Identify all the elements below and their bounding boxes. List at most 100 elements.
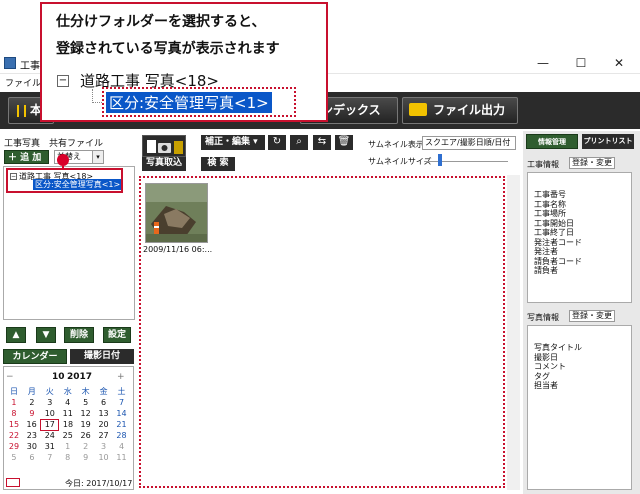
swap-icon[interactable]: ⇆ — [313, 135, 331, 150]
close-button[interactable]: ✕ — [600, 52, 638, 74]
settings-button[interactable]: 設定 — [103, 327, 131, 343]
calendar-day[interactable]: 22 — [5, 430, 23, 441]
calendar-day[interactable]: 7 — [113, 397, 131, 408]
calendar-day[interactable]: 26 — [77, 430, 95, 441]
calendar-day[interactable]: 15 — [5, 419, 23, 430]
photo-caption: 2009/11/16 06:... — [143, 245, 213, 254]
callout-text-line2: 登録されている写真が表示されます — [56, 41, 280, 57]
calendar-day[interactable]: 7 — [41, 452, 59, 463]
app-icon — [4, 57, 16, 69]
calendar-day[interactable]: 6 — [23, 452, 41, 463]
thumbnail-display-label: サムネイル表示 — [368, 140, 424, 149]
calendar-grid: 日 月 火 水 木 金 土 1 2 3 4 5 6 7 8 9 10 11 12… — [5, 386, 131, 463]
tab-calendar[interactable]: カレンダー — [3, 349, 67, 364]
tab-info-management[interactable]: 情報管理 — [526, 134, 578, 149]
calendar-day[interactable]: 25 — [59, 430, 77, 441]
calendar-prev-button[interactable]: − — [6, 372, 14, 382]
calendar-day[interactable]: 24 — [41, 430, 59, 441]
camera-icon[interactable] — [142, 135, 186, 157]
calendar-day[interactable]: 9 — [77, 452, 95, 463]
delete-folder-button[interactable]: 削除 — [64, 327, 94, 343]
weekday-sat: 土 — [117, 387, 126, 396]
calendar-day[interactable]: 11 — [113, 452, 131, 463]
calendar-day-today[interactable]: 17 — [40, 418, 60, 431]
calendar-day[interactable]: 21 — [113, 419, 131, 430]
callout-collapse-icon: − — [57, 75, 69, 87]
calendar-day[interactable]: 4 — [59, 397, 77, 408]
trash-icon[interactable]: 🗑 — [335, 135, 353, 150]
calendar-day[interactable]: 1 — [59, 441, 77, 452]
zoom-icon[interactable]: ⌕ — [290, 135, 308, 150]
calendar-day[interactable]: 10 — [41, 408, 59, 419]
file-export-button[interactable]: ファイル出力 — [402, 97, 518, 124]
file-export-label: ファイル出力 — [433, 103, 506, 117]
photo-info-label: 写真情報 — [527, 313, 559, 322]
calendar-day[interactable]: 13 — [95, 408, 113, 419]
list-item: タグ — [534, 371, 550, 381]
work-info-edit-button[interactable]: 登録・変更 — [569, 157, 615, 169]
calendar-day[interactable]: 3 — [95, 441, 113, 452]
calendar-day[interactable]: 31 — [41, 441, 59, 452]
calendar-day[interactable]: 12 — [77, 408, 95, 419]
photo-import-button[interactable]: 写真取込 — [142, 157, 186, 171]
callout-tree-child: 区分:安全管理写真<1> — [106, 92, 272, 113]
calendar-day[interactable]: 29 — [5, 441, 23, 452]
calendar-day[interactable]: 4 — [113, 441, 131, 452]
photo-thumbnail[interactable] — [145, 183, 208, 243]
weekday-tue: 火 — [45, 387, 54, 396]
calendar-day[interactable]: 10 — [95, 452, 113, 463]
add-button[interactable]: ＋ 追 加 — [4, 150, 49, 164]
edit-correct-button[interactable]: 補正・編集 ▾ — [201, 135, 265, 150]
photo-tabs[interactable]: 工事写真 共有ファイル — [4, 136, 103, 149]
thumbnail-size-handle[interactable] — [438, 154, 442, 166]
tab-print-list[interactable]: プリントリスト — [582, 134, 634, 149]
today-label[interactable]: 今日: 2017/10/17 — [65, 478, 132, 489]
thumbnail-size-slider[interactable] — [424, 161, 508, 162]
list-item: 工事名称 — [534, 199, 566, 209]
calendar-day[interactable]: 3 — [41, 397, 59, 408]
move-up-button[interactable]: ▲ — [6, 327, 26, 343]
calendar-day[interactable]: 18 — [59, 419, 77, 430]
tab-shot-date[interactable]: 撮影日付 — [70, 349, 134, 364]
tree-highlight-frame — [6, 168, 123, 193]
move-down-button[interactable]: ▼ — [36, 327, 56, 343]
calendar-day[interactable]: 14 — [113, 408, 131, 419]
calendar-day[interactable]: 1 — [5, 397, 23, 408]
rotate-icon[interactable]: ↻ — [268, 135, 286, 150]
calendar-day[interactable]: 23 — [23, 430, 41, 441]
list-item: 工事終了日 — [534, 228, 574, 237]
chevron-down-icon[interactable]: ▾ — [92, 150, 104, 164]
calendar-day[interactable]: 20 — [95, 419, 113, 430]
calendar-day[interactable]: 8 — [5, 408, 23, 419]
list-item: 工事場所 — [534, 209, 566, 218]
minimize-button[interactable]: — — [524, 52, 562, 74]
calendar-day[interactable]: 8 — [59, 452, 77, 463]
calendar-day[interactable]: 27 — [95, 430, 113, 441]
thumbnail-display-select[interactable]: スクエア/撮影日順/日付 — [422, 136, 516, 150]
calendar-day[interactable]: 16 — [23, 419, 41, 430]
list-item: 撮影日 — [534, 352, 558, 362]
calendar-day[interactable]: 5 — [5, 452, 23, 463]
calendar-day[interactable]: 11 — [59, 408, 77, 419]
list-item: 担当者 — [534, 381, 558, 390]
list-item: 発注者コード — [534, 237, 582, 247]
search-button[interactable]: 検 索 — [201, 157, 235, 171]
maximize-button[interactable]: ☐ — [562, 52, 600, 74]
calendar-day[interactable]: 9 — [23, 408, 41, 419]
calendar-day[interactable]: 6 — [95, 397, 113, 408]
photo-grid-scrollbar[interactable] — [507, 175, 520, 490]
calendar-day[interactable]: 2 — [77, 441, 95, 452]
today-marker — [6, 478, 20, 487]
calendar-day[interactable]: 5 — [77, 397, 95, 408]
calendar-month: 10 — [52, 372, 65, 382]
callout-text-line1: 仕分けフォルダーを選択すると、 — [56, 14, 266, 30]
calendar-next-button[interactable]: + — [117, 372, 125, 382]
calendar-day[interactable]: 2 — [23, 397, 41, 408]
weekday-wed: 水 — [63, 387, 72, 396]
calendar-day[interactable]: 30 — [23, 441, 41, 452]
folder-icon — [409, 103, 427, 116]
thumbnail-size-label: サムネイルサイズ — [368, 157, 432, 166]
photo-info-edit-button[interactable]: 登録・変更 — [569, 310, 615, 322]
calendar-day[interactable]: 28 — [113, 430, 131, 441]
calendar-day[interactable]: 19 — [77, 419, 95, 430]
